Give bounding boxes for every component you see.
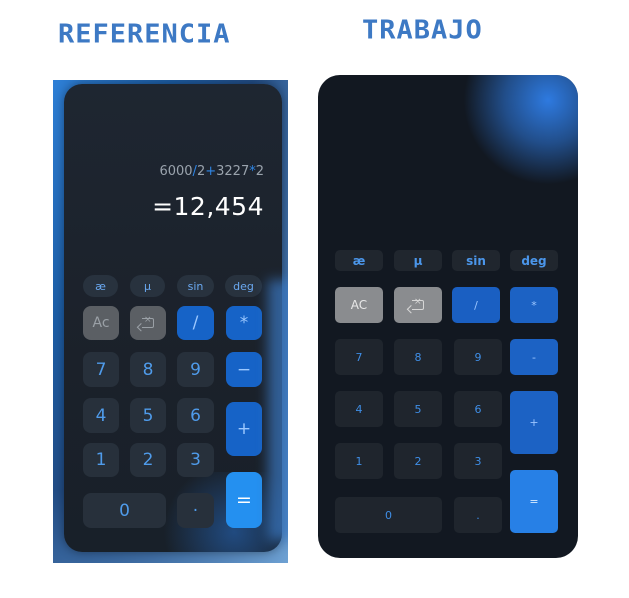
- ref-divide-button[interactable]: /: [177, 306, 214, 340]
- ref-key-2[interactable]: 2: [130, 443, 166, 477]
- reference-expression: 6000/2+3227*2: [159, 164, 264, 179]
- work-minus-button[interactable]: -: [510, 339, 558, 375]
- work-key-2[interactable]: 2: [394, 443, 442, 479]
- backspace-icon: [412, 297, 424, 310]
- work-key-8[interactable]: 8: [394, 339, 442, 375]
- ref-equals-button[interactable]: =: [226, 472, 262, 528]
- work-key-9[interactable]: 9: [454, 339, 502, 375]
- reference-calculator: 6000/2+3227*2 =12,454 æ μ sin deg Ac / *…: [64, 84, 282, 552]
- work-backspace-button[interactable]: [394, 287, 442, 323]
- work-key-4[interactable]: 4: [335, 391, 383, 427]
- ref-key-9[interactable]: 9: [177, 352, 214, 387]
- ref-fn-sin-button[interactable]: sin: [177, 275, 214, 297]
- ref-ac-button[interactable]: Ac: [83, 306, 119, 340]
- work-fn-sin-button[interactable]: sin: [452, 250, 500, 271]
- ref-backspace-button[interactable]: [130, 306, 166, 340]
- work-key-6[interactable]: 6: [454, 391, 502, 427]
- work-multiply-button[interactable]: *: [510, 287, 558, 323]
- ref-key-4[interactable]: 4: [83, 398, 119, 433]
- work-title: TRABAJO: [362, 15, 483, 46]
- work-key-1[interactable]: 1: [335, 443, 383, 479]
- reference-frame: 6000/2+3227*2 =12,454 æ μ sin deg Ac / *…: [53, 80, 288, 563]
- ref-fn-mu-button[interactable]: μ: [130, 275, 165, 297]
- work-fn-mu-button[interactable]: μ: [394, 250, 442, 271]
- ref-key-7[interactable]: 7: [83, 352, 119, 387]
- work-equals-button[interactable]: =: [510, 470, 558, 533]
- work-fn-deg-button[interactable]: deg: [510, 250, 558, 271]
- work-dot-button[interactable]: .: [454, 497, 502, 533]
- work-fn-ae-button[interactable]: æ: [335, 250, 383, 271]
- ref-fn-ae-button[interactable]: æ: [83, 275, 118, 297]
- ref-minus-button[interactable]: −: [226, 352, 262, 387]
- work-calculator: æ μ sin deg AC / * 7 8 9 - 4 5 6 + 1 2 3…: [318, 75, 578, 558]
- ref-fn-deg-button[interactable]: deg: [225, 275, 262, 297]
- work-key-3[interactable]: 3: [454, 443, 502, 479]
- work-ac-button[interactable]: AC: [335, 287, 383, 323]
- work-key-0[interactable]: 0: [335, 497, 442, 533]
- work-divide-button[interactable]: /: [452, 287, 500, 323]
- reference-result: =12,454: [152, 192, 264, 221]
- reference-title: REFERENCIA: [58, 19, 231, 50]
- ref-key-3[interactable]: 3: [177, 443, 214, 477]
- ref-key-6[interactable]: 6: [177, 398, 214, 433]
- ref-key-5[interactable]: 5: [130, 398, 166, 433]
- ref-key-1[interactable]: 1: [83, 443, 119, 477]
- ref-multiply-button[interactable]: *: [226, 306, 262, 340]
- ref-key-0[interactable]: 0: [83, 493, 166, 528]
- work-key-5[interactable]: 5: [394, 391, 442, 427]
- ref-key-8[interactable]: 8: [130, 352, 166, 387]
- work-key-7[interactable]: 7: [335, 339, 383, 375]
- ref-plus-button[interactable]: +: [226, 402, 262, 456]
- backspace-icon: [142, 315, 154, 328]
- work-plus-button[interactable]: +: [510, 391, 558, 454]
- ref-dot-button[interactable]: ·: [177, 493, 214, 528]
